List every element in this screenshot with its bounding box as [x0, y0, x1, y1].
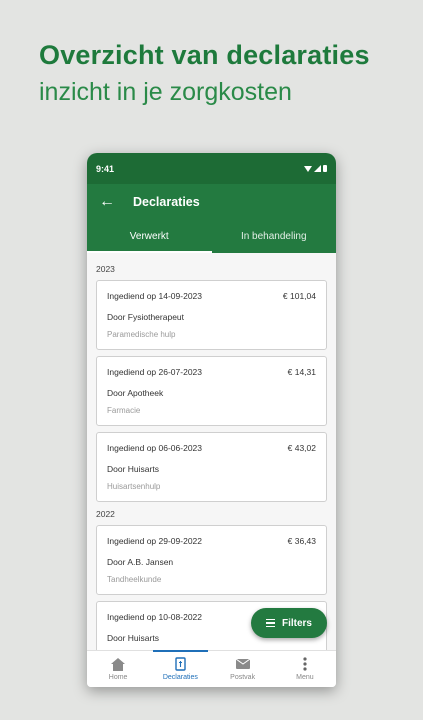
claim-date: Ingediend op 29-09-2022: [107, 536, 202, 546]
filters-label: Filters: [281, 617, 312, 629]
phone-screen: 9:41 ← Declaraties Verwerkt In behandeli…: [87, 153, 336, 687]
claim-date: Ingediend op 06-06-2023: [107, 443, 202, 453]
claim-category: Paramedische hulp: [107, 330, 176, 339]
signal-icon: [314, 165, 321, 172]
status-time: 9:41: [96, 163, 115, 174]
tab-verwerkt[interactable]: Verwerkt: [87, 219, 212, 253]
hero-title: Overzicht van declaraties: [39, 40, 370, 70]
filters-button[interactable]: Filters: [251, 608, 327, 638]
nav-label: Menu: [296, 674, 314, 681]
nav-label: Declaraties: [162, 674, 198, 681]
claim-card[interactable]: Ingediend op 26-07-2023 € 14,31 Door Apo…: [96, 356, 327, 426]
page-title: Declaraties: [133, 194, 200, 209]
nav-label: Postvak: [230, 674, 256, 681]
filter-icon: [265, 618, 275, 628]
home-icon: [111, 657, 126, 671]
claim-provider: Door Fysiotherapeut: [107, 312, 185, 322]
claim-category: Tandheelkunde: [107, 575, 162, 584]
back-arrow-icon[interactable]: ←: [99, 193, 123, 211]
claim-category: Farmacie: [107, 406, 141, 415]
claim-category: Huisartsenhulp: [107, 482, 161, 491]
status-icons: [304, 165, 327, 172]
claim-card[interactable]: Ingediend op 06-06-2023 € 43,02 Door Hui…: [96, 432, 327, 502]
claim-date: Ingediend op 14-09-2023: [107, 291, 202, 301]
tab-in-behandeling[interactable]: In behandeling: [212, 219, 337, 253]
claim-card[interactable]: Ingediend op 14-09-2023 € 101,04 Door Fy…: [96, 280, 327, 350]
claim-amount: € 14,31: [287, 367, 316, 377]
claim-provider: Door Apotheek: [107, 388, 164, 398]
mail-icon: [235, 657, 250, 671]
nav-item-postvak[interactable]: Postvak: [212, 651, 274, 687]
receipt-icon: [175, 657, 186, 671]
claim-card[interactable]: Ingediend op 29-09-2022 € 36,43 Door A.B…: [96, 525, 327, 595]
claim-date: Ingediend op 26-07-2023: [107, 367, 202, 377]
bottom-navigation: Home Declaraties Postvak Menu: [87, 650, 336, 687]
claim-provider: Door Huisarts: [107, 633, 159, 643]
nav-item-declaraties[interactable]: Declaraties: [149, 650, 211, 687]
year-header: 2023: [96, 264, 115, 274]
claim-provider: Door Huisarts: [107, 464, 159, 474]
year-header: 2022: [96, 509, 115, 519]
claim-date: Ingediend op 10-08-2022: [107, 612, 202, 622]
tab-bar: Verwerkt In behandeling: [87, 219, 336, 253]
claim-amount: € 36,43: [287, 536, 316, 546]
nav-item-home[interactable]: Home: [87, 651, 149, 687]
hero-subtitle: inzicht in je zorgkosten: [39, 78, 292, 106]
claim-amount: € 101,04: [282, 291, 316, 301]
wifi-icon: [304, 165, 312, 172]
status-bar: 9:41: [87, 153, 336, 184]
nav-item-menu[interactable]: Menu: [274, 651, 336, 687]
claim-provider: Door A.B. Jansen: [107, 557, 174, 567]
battery-icon: [323, 165, 327, 172]
claim-amount: € 43,02: [287, 443, 316, 453]
app-bar: ← Declaraties: [87, 184, 336, 219]
more-vertical-icon: [303, 657, 307, 671]
nav-label: Home: [108, 674, 128, 681]
